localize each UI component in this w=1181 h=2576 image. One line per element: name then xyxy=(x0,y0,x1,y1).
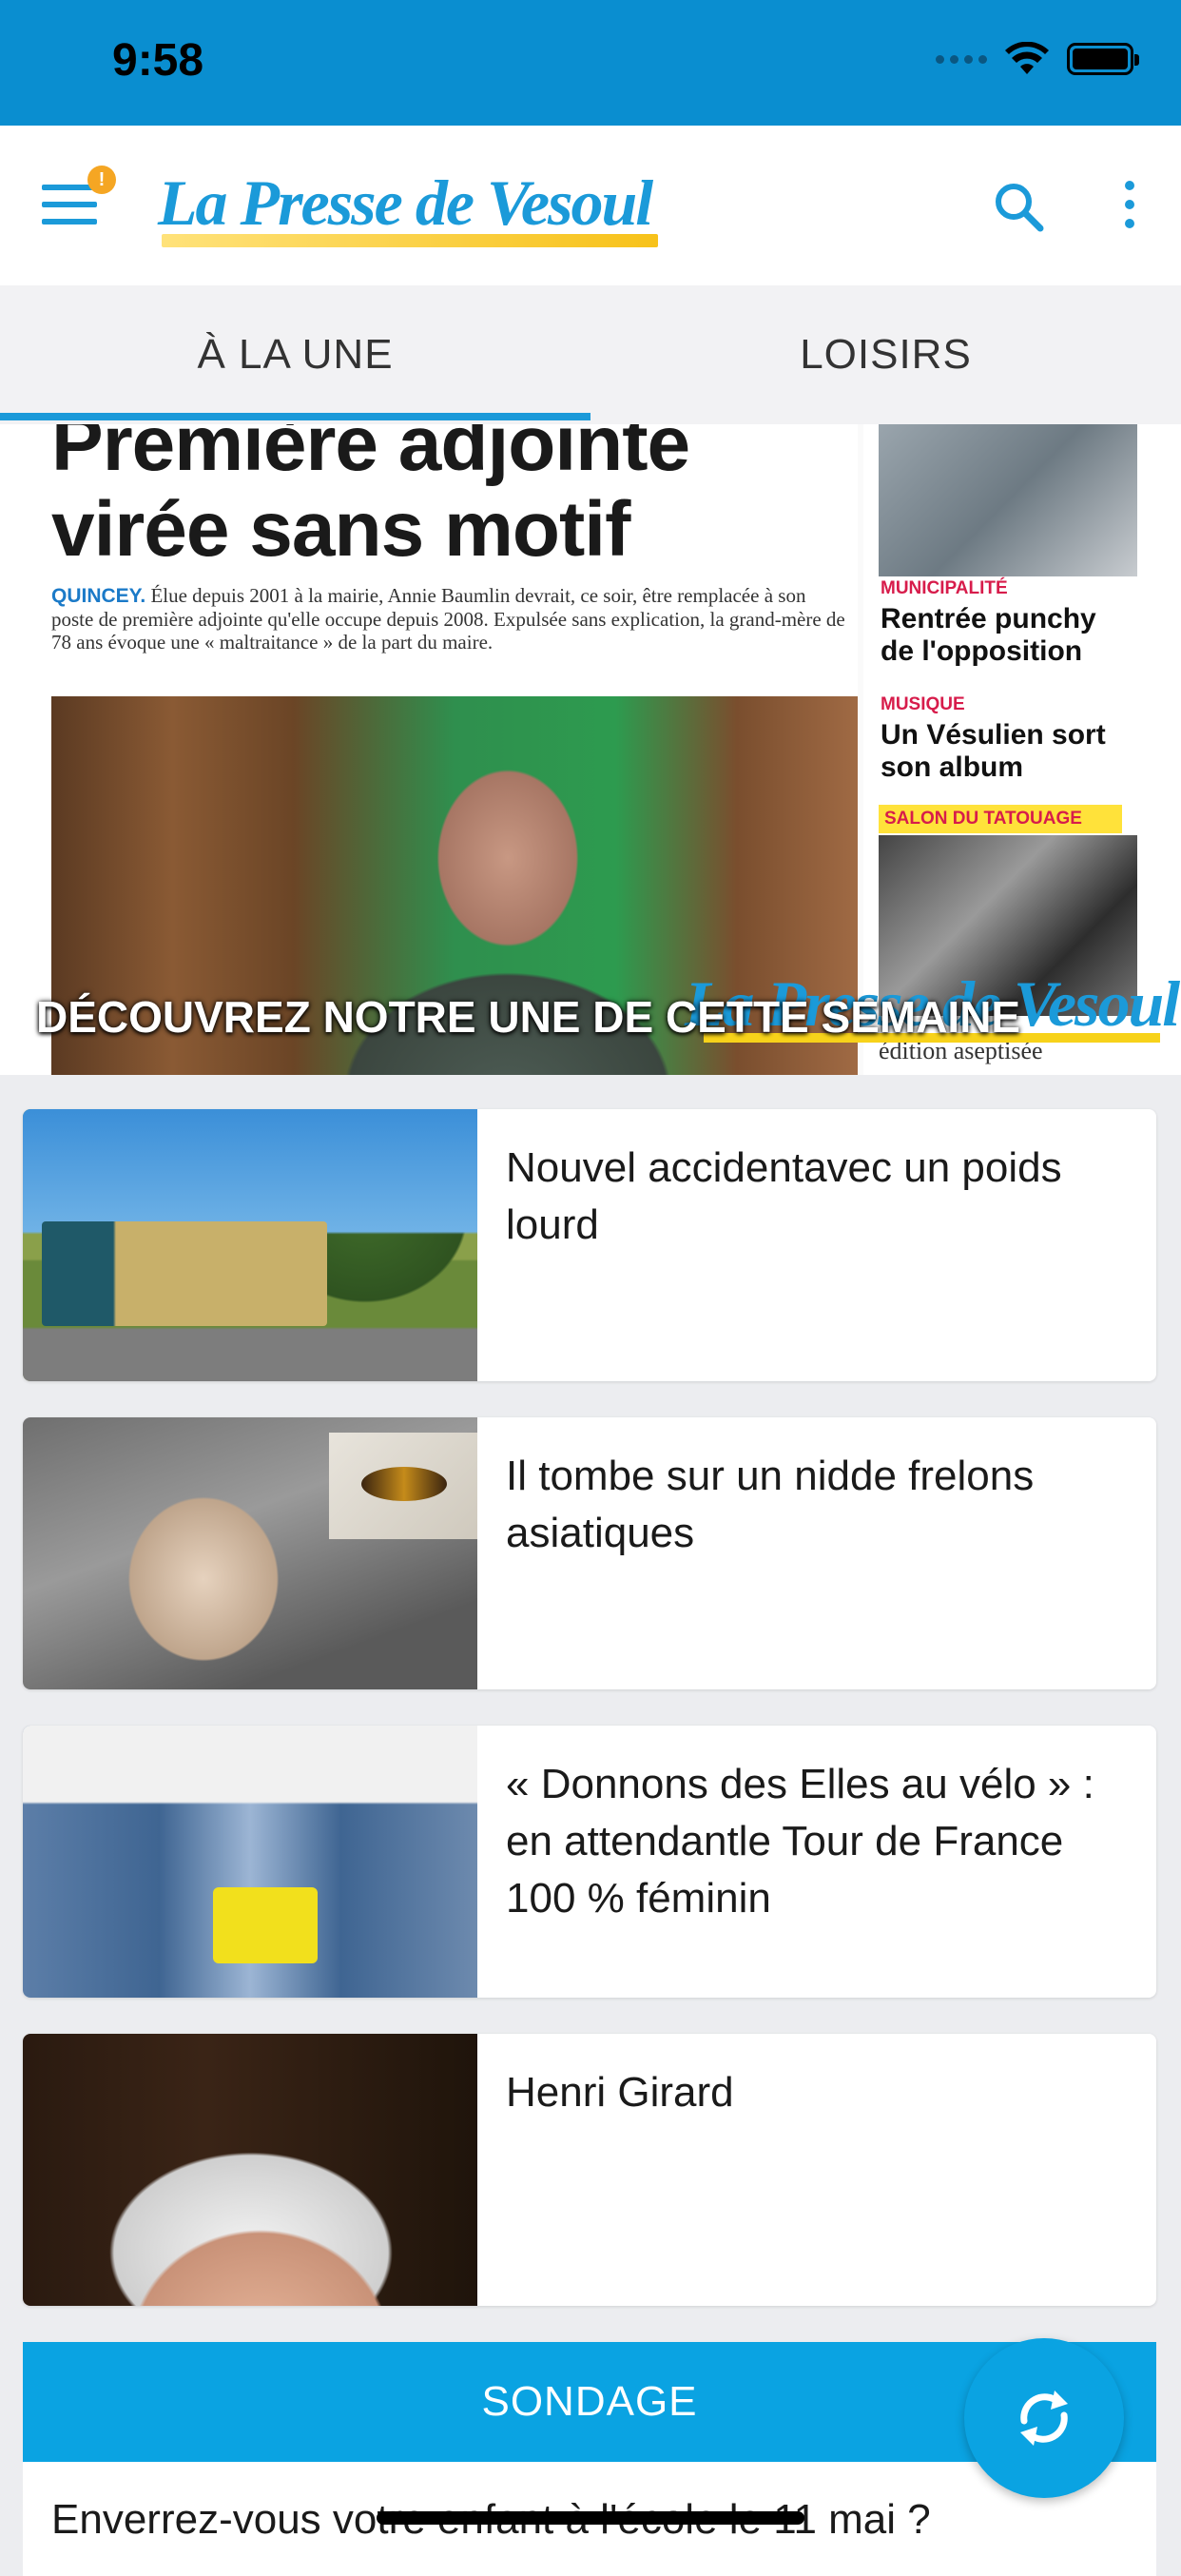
wifi-icon xyxy=(1005,42,1049,74)
article-title: « Donnons des Elles au vélo » : en atten… xyxy=(506,1761,1094,1922)
article-title: Henri Girard xyxy=(506,2069,734,2116)
hero-lead: QUINCEY. Élue depuis 2001 à la mairie, A… xyxy=(51,584,845,654)
tab-bar: À LA UNE LOISIRS xyxy=(0,285,1181,424)
more-vertical-icon[interactable] xyxy=(1120,181,1139,238)
app-bar: ! La Presse de Vesoul xyxy=(0,126,1181,285)
tab-indicator xyxy=(0,413,590,420)
article-thumbnail xyxy=(23,1726,477,1998)
search-icon[interactable] xyxy=(991,179,1048,236)
sidebar-photo xyxy=(879,424,1137,576)
sidebar-category: MUNICIPALITÉ xyxy=(881,578,1008,598)
article-card[interactable]: « Donnons des Elles au vélo » : en atten… xyxy=(23,1726,1156,1998)
hero-caption: DÉCOUVREZ NOTRE UNE DE CETTE SEMAINE xyxy=(36,992,1021,1042)
sidebar-title: Rentrée punchy de l'opposition xyxy=(881,603,1096,667)
article-thumbnail xyxy=(23,1109,477,1381)
sidebar-banner: SALON DU TATOUAGE xyxy=(879,805,1122,833)
article-title: Nouvel accidentavec un poids lourd xyxy=(506,1144,1062,1248)
sidebar-category: MUSIQUE xyxy=(881,694,965,714)
article-title: Il tombe sur un nidde frelons asiatiques xyxy=(506,1453,1035,1556)
home-indicator[interactable] xyxy=(377,2511,804,2525)
front-page-hero[interactable]: Première adjointe virée sans motif QUINC… xyxy=(0,424,1181,1075)
sidebar-title: Un Vésulien sort son album xyxy=(881,719,1106,783)
tab-a-la-une[interactable]: À LA UNE xyxy=(0,285,590,424)
status-bar: 9:58 xyxy=(0,0,1181,126)
menu-button[interactable]: ! xyxy=(42,166,116,226)
article-card[interactable]: Henri Girard xyxy=(23,2034,1156,2306)
refresh-icon xyxy=(1020,2391,1068,2446)
article-thumbnail xyxy=(23,1417,477,1689)
hero-headline: Première adjointe virée sans motif xyxy=(51,424,690,573)
battery-icon xyxy=(1067,43,1139,75)
logo-underline xyxy=(162,234,658,247)
article-thumbnail xyxy=(23,2034,477,2306)
article-card[interactable]: Nouvel accidentavec un poids lourd xyxy=(23,1109,1156,1381)
app-logo: La Presse de Vesoul xyxy=(158,166,653,239)
signal-icon xyxy=(936,54,987,64)
status-time: 9:58 xyxy=(112,35,204,86)
notification-badge: ! xyxy=(87,166,116,194)
article-card[interactable]: Il tombe sur un nidde frelons asiatiques xyxy=(23,1417,1156,1689)
status-icons xyxy=(936,42,1139,76)
tab-loisirs[interactable]: LOISIRS xyxy=(590,285,1181,424)
refresh-button[interactable] xyxy=(964,2338,1124,2498)
